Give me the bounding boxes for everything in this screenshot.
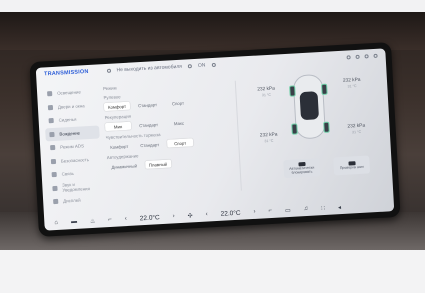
music-icon[interactable]: ♫ [304,206,309,212]
brake-option-standard[interactable]: Стандарт [136,140,163,149]
temp-right[interactable]: 22.0°C [220,209,240,217]
fan-icon[interactable] [187,64,193,69]
temp-left-up-icon[interactable]: › [173,213,175,219]
temp-left-down-icon[interactable]: ‹ [125,216,127,222]
sidebar-item-display[interactable]: Дисплей [49,192,104,208]
wheel-fr [321,83,328,95]
regen-option-standard[interactable]: Стандарт [135,120,162,129]
tire-fr: 232 kPa 31 °C [342,77,361,89]
brake-option-comfort[interactable]: Комфорт [106,142,132,151]
car-roof [299,91,320,121]
seat-right-icon[interactable]: ⌐ [268,208,272,214]
location-icon [346,55,351,60]
temp-right-down-icon[interactable]: ‹ [206,212,208,218]
sound-icon [52,185,58,191]
home-icon[interactable]: ⌂ [54,220,58,226]
page-footer-area [0,250,425,293]
tire-fl: 232 kPa 31 °C [257,86,276,98]
regen-option-max[interactable]: Макс [166,118,192,127]
apps-icon[interactable]: ∷ [321,204,325,211]
regen-option-min[interactable]: Мин [104,121,132,132]
shield-icon [50,158,57,164]
wheel-rr [323,121,330,133]
hold-option-smooth[interactable]: Плавный [144,159,172,169]
light-icon [47,91,53,97]
tire-rr: 232 kPa 31 °C [347,123,366,135]
auto-lock-card[interactable]: Автоматически блокировать [283,158,321,179]
status-text: ON [197,62,206,69]
car-icon[interactable]: ▬ [71,219,77,225]
link-icon [51,172,57,178]
steering-option-comfort[interactable]: Комфорт [103,101,131,112]
media-icon[interactable]: ▭ [285,206,291,213]
wheel-rl [291,123,298,135]
brake-option-sport[interactable]: Спорт [166,138,194,148]
settings-sidebar: Освещение Двери и окна Сиденья Вождение … [43,85,104,209]
volume-icon[interactable]: ◂ [338,204,341,211]
steering-option-sport[interactable]: Спорт [165,98,191,107]
car-interior-photo: TRANSMISSION Не выходить из автомобиля O… [0,12,425,250]
bluetooth-icon [355,54,360,60]
tire-pressure-panel: 232 kPa 31 °C 232 kPa 31 °C 232 kPa 31 °… [242,65,388,193]
seat-heat-icon[interactable]: ♨ [90,217,96,224]
tire-check-card[interactable]: Проверка шин [333,155,371,176]
battery-icon [211,62,216,68]
steering-icon [49,131,55,137]
adas-icon [50,145,56,151]
display-icon [53,199,59,205]
quick-cards: Автоматически блокировать Проверка шин [283,155,371,179]
temp-right-up-icon[interactable]: › [253,209,255,215]
seat-icon[interactable]: ⌐ [108,217,112,223]
snow-icon[interactable] [106,68,111,73]
tire-rl: 232 kPa 31 °C [259,132,278,143]
temp-left[interactable]: 22.0°C [140,214,160,222]
seat-icon [48,118,54,124]
display-bezel: TRANSMISSION Не выходить из автомобиля O… [29,42,401,237]
wheel-fl [289,85,296,97]
brand-logo: TRANSMISSION [43,68,89,78]
driving-settings: Режим Рулевое Комфорт Стандарт Спорт Рек… [103,75,238,171]
hold-option-dynamic[interactable]: Динамичный [107,161,141,171]
steering-option-standard[interactable]: Стандарт [134,100,161,109]
signal-icon [373,53,378,59]
door-icon [47,104,54,111]
infotainment-screen: TRANSMISSION Не выходить из автомобиля O… [35,48,395,231]
wifi-icon [364,54,369,59]
car-status-label: Не выходить из автомобиля [116,63,183,74]
fan-icon[interactable]: ✣ [187,212,193,219]
